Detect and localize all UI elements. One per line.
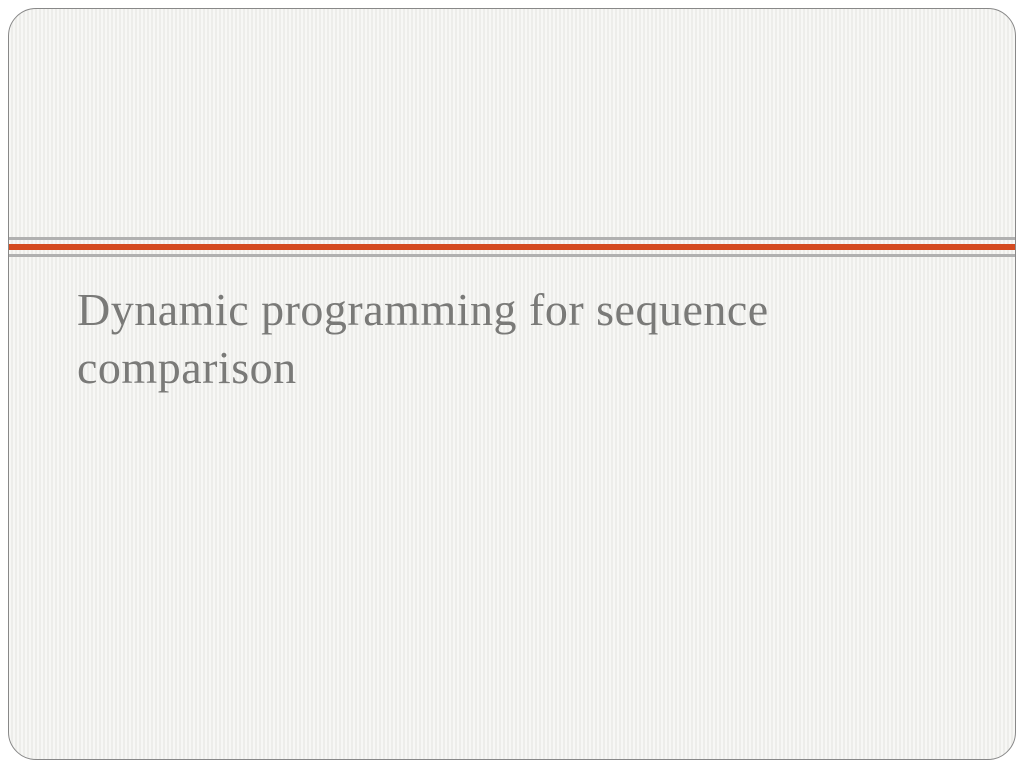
slide-frame: Dynamic programming for sequence compari… (8, 8, 1016, 760)
slide-title: Dynamic programming for sequence compari… (77, 281, 955, 396)
divider-line-bottom (9, 254, 1015, 257)
divider-line-top (9, 237, 1015, 240)
divider-band (9, 237, 1015, 257)
divider-line-accent (9, 244, 1015, 250)
